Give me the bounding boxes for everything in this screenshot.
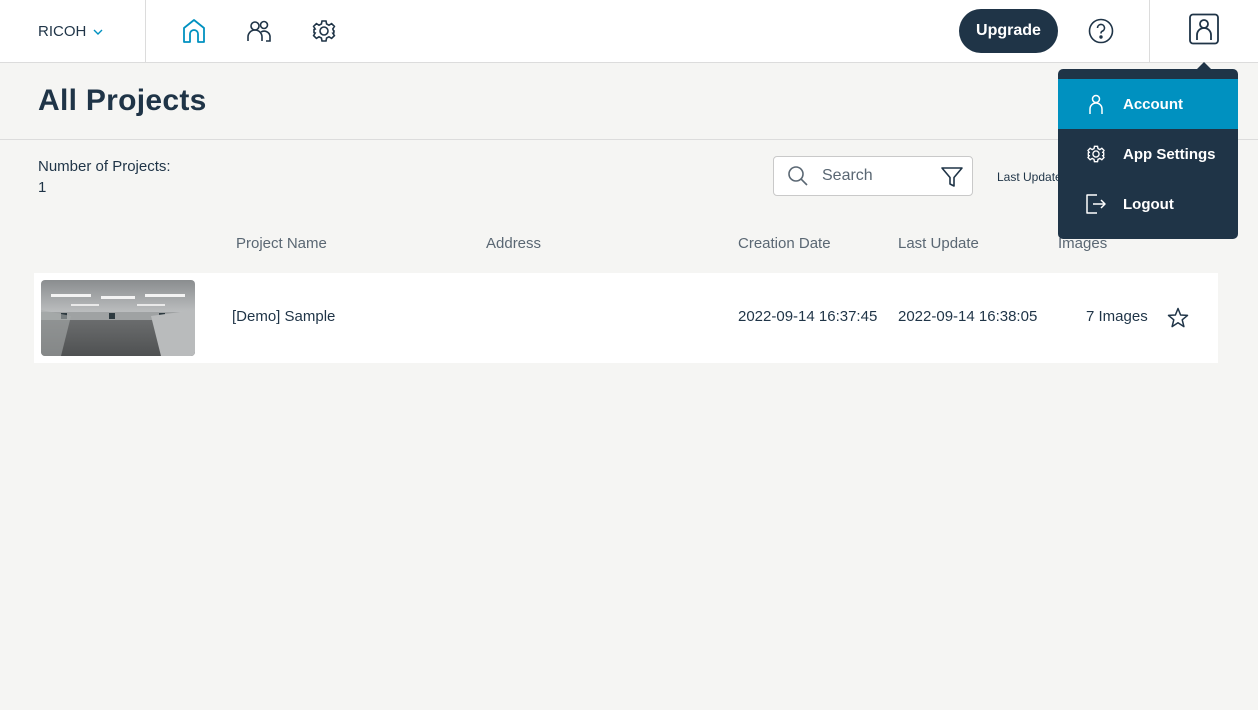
menu-item-label: Account — [1123, 95, 1183, 113]
column-header-last-update[interactable]: Last Update — [898, 235, 979, 252]
chevron-down-icon — [92, 25, 104, 37]
menu-item-app-settings[interactable]: App Settings — [1058, 129, 1238, 179]
star-icon[interactable] — [1166, 306, 1190, 330]
settings-icon[interactable] — [308, 15, 340, 47]
project-name[interactable]: [Demo] Sample — [232, 308, 335, 325]
project-last-update: 2022-09-14 16:38:05 — [898, 308, 1038, 325]
project-count-value: 1 — [38, 179, 47, 196]
user-icon — [1188, 13, 1220, 50]
table-row[interactable]: [Demo] Sample 2022-09-14 16:37:45 2022-0… — [34, 273, 1218, 363]
page-title: All Projects — [38, 84, 207, 117]
users-icon[interactable] — [243, 15, 275, 47]
project-thumbnail — [41, 280, 195, 356]
menu-item-account[interactable]: Account — [1058, 79, 1238, 129]
upgrade-button[interactable]: Upgrade — [959, 9, 1058, 53]
logout-icon — [1085, 193, 1107, 215]
column-header-address[interactable]: Address — [486, 235, 541, 252]
project-creation-date: 2022-09-14 16:37:45 — [738, 308, 878, 325]
org-name: RICOH — [38, 22, 87, 40]
filter-icon[interactable] — [938, 163, 966, 191]
search-input[interactable] — [822, 167, 932, 185]
org-switcher[interactable]: RICOH — [0, 0, 146, 62]
account-menu-button[interactable] — [1149, 0, 1258, 62]
home-icon[interactable] — [178, 15, 210, 47]
menu-item-label: Logout — [1123, 195, 1174, 213]
search-box — [773, 156, 973, 196]
gear-icon — [1085, 143, 1107, 165]
column-header-project-name[interactable]: Project Name — [236, 235, 327, 252]
user-icon — [1085, 93, 1107, 115]
project-image-count: 7 Images — [1086, 308, 1148, 325]
menu-item-label: App Settings — [1123, 145, 1216, 163]
project-count-label: Number of Projects: — [38, 158, 171, 175]
menu-item-logout[interactable]: Logout — [1058, 179, 1238, 229]
search-icon — [786, 164, 810, 188]
account-dropdown-menu: Account App Settings Logout — [1058, 69, 1238, 239]
help-icon[interactable] — [1085, 15, 1117, 47]
sort-dropdown[interactable]: Last Update — [997, 170, 1062, 184]
column-header-creation-date[interactable]: Creation Date — [738, 235, 831, 252]
top-bar: RICOH Upgrade — [0, 0, 1258, 63]
